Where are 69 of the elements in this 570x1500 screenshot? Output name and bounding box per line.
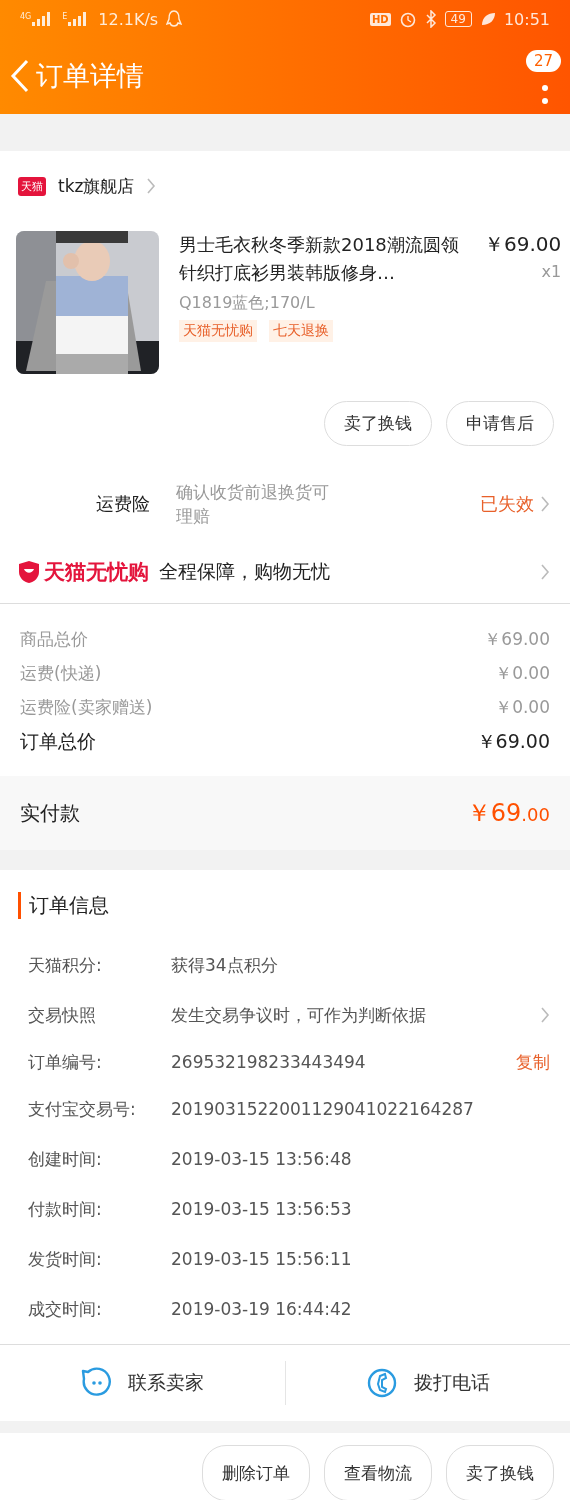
network-type: 4G: [20, 12, 32, 21]
insurance-label: 运费险: [96, 491, 151, 516]
insurance-status[interactable]: 已失效: [480, 491, 534, 516]
copy-link[interactable]: 复制: [516, 1050, 550, 1074]
page-title: 订单详情: [36, 59, 145, 93]
info-value: 发生交易争议时，可作为判断依据: [171, 1003, 427, 1027]
info-value: 2019-03-15 15:56:11: [171, 1249, 353, 1269]
action-button[interactable]: 卖了换钱: [324, 401, 432, 446]
chevron-right-icon: [146, 177, 157, 195]
info-value: 269532198233443494: [171, 1052, 367, 1072]
contact-button[interactable]: 联系卖家: [0, 1366, 285, 1400]
store-name[interactable]: tkz旗舰店: [58, 174, 135, 198]
store-tag: 天猫: [18, 176, 46, 196]
network-speed: 12.1K/s: [98, 9, 159, 29]
action-button[interactable]: 删除订单: [202, 1445, 310, 1500]
shield-icon: [18, 560, 40, 584]
contact-button[interactable]: 拨打电话: [285, 1366, 570, 1400]
cost-value: ￥0.00: [495, 661, 550, 685]
paid-label: 实付款: [20, 799, 81, 827]
penguin-icon: [166, 10, 183, 28]
battery-level: 49: [444, 11, 472, 27]
product-quantity: x1: [540, 262, 562, 281]
paid-amount: ￥69.00: [466, 798, 550, 829]
cost-label: 商品总价: [20, 627, 88, 651]
product-title[interactable]: 男士毛衣秋冬季新款2018潮流圆领针织打底衫男装韩版修身…: [179, 231, 464, 287]
alarm-icon: [398, 10, 417, 28]
cost-label: 运费(快递): [20, 661, 102, 685]
info-value: 2019-03-19 16:44:42: [171, 1299, 353, 1319]
guarantee-brand: 天猫无忧购: [44, 559, 149, 586]
info-value: 2019031522001129041022164287: [171, 1099, 475, 1119]
phone-icon: [365, 1367, 398, 1399]
product-variant: Q1819蓝色;170/L: [179, 293, 316, 314]
hd-badge: HD: [369, 12, 391, 26]
action-button[interactable]: 申请售后: [446, 401, 554, 446]
action-button[interactable]: 卖了换钱: [446, 1445, 554, 1500]
info-value: 获得34点积分: [171, 953, 279, 977]
cost-value: ￥69.00: [484, 627, 550, 651]
more-icon[interactable]: [541, 84, 549, 106]
clock-time: 10:51: [503, 9, 550, 29]
chat-bubble-icon: [80, 1367, 113, 1399]
cost-label: 订单总价: [20, 729, 96, 754]
info-label: 支付宝交易号:: [28, 1097, 137, 1121]
cost-value: ￥0.00: [495, 695, 550, 719]
info-label: 交易快照: [28, 1003, 97, 1027]
insurance-description: 确认收货前退换货可理赔: [176, 480, 330, 528]
action-button[interactable]: 查看物流: [324, 1445, 432, 1500]
network-type: E: [62, 12, 68, 21]
notification-badge: 27: [526, 50, 562, 72]
leaf-icon: [479, 11, 496, 27]
cost-value: ￥69.00: [476, 729, 550, 754]
info-label: 发货时间:: [28, 1247, 103, 1271]
chevron-right-icon: [540, 563, 550, 581]
guarantee-text: 全程保障，购物无忧: [159, 559, 330, 584]
product-price: ￥69.00: [484, 231, 562, 258]
info-label: 订单编号:: [28, 1050, 103, 1074]
service-tag: 天猫无忧购: [179, 320, 257, 342]
info-value: 2019-03-15 13:56:48: [171, 1149, 353, 1169]
section-title: 订单信息: [18, 891, 109, 919]
chevron-right-icon: [540, 1006, 550, 1024]
cost-label: 运费险(卖家赠送): [20, 695, 153, 719]
info-label: 成交时间:: [28, 1297, 103, 1321]
back-icon[interactable]: [10, 59, 30, 93]
info-label: 付款时间:: [28, 1197, 103, 1221]
service-tag: 七天退换: [269, 320, 333, 342]
info-label: 天猫积分:: [28, 953, 103, 977]
chevron-right-icon: [540, 494, 550, 513]
info-value: 2019-03-15 13:56:53: [171, 1199, 353, 1219]
info-label: 创建时间:: [28, 1147, 103, 1171]
bluetooth-icon: [424, 10, 437, 28]
